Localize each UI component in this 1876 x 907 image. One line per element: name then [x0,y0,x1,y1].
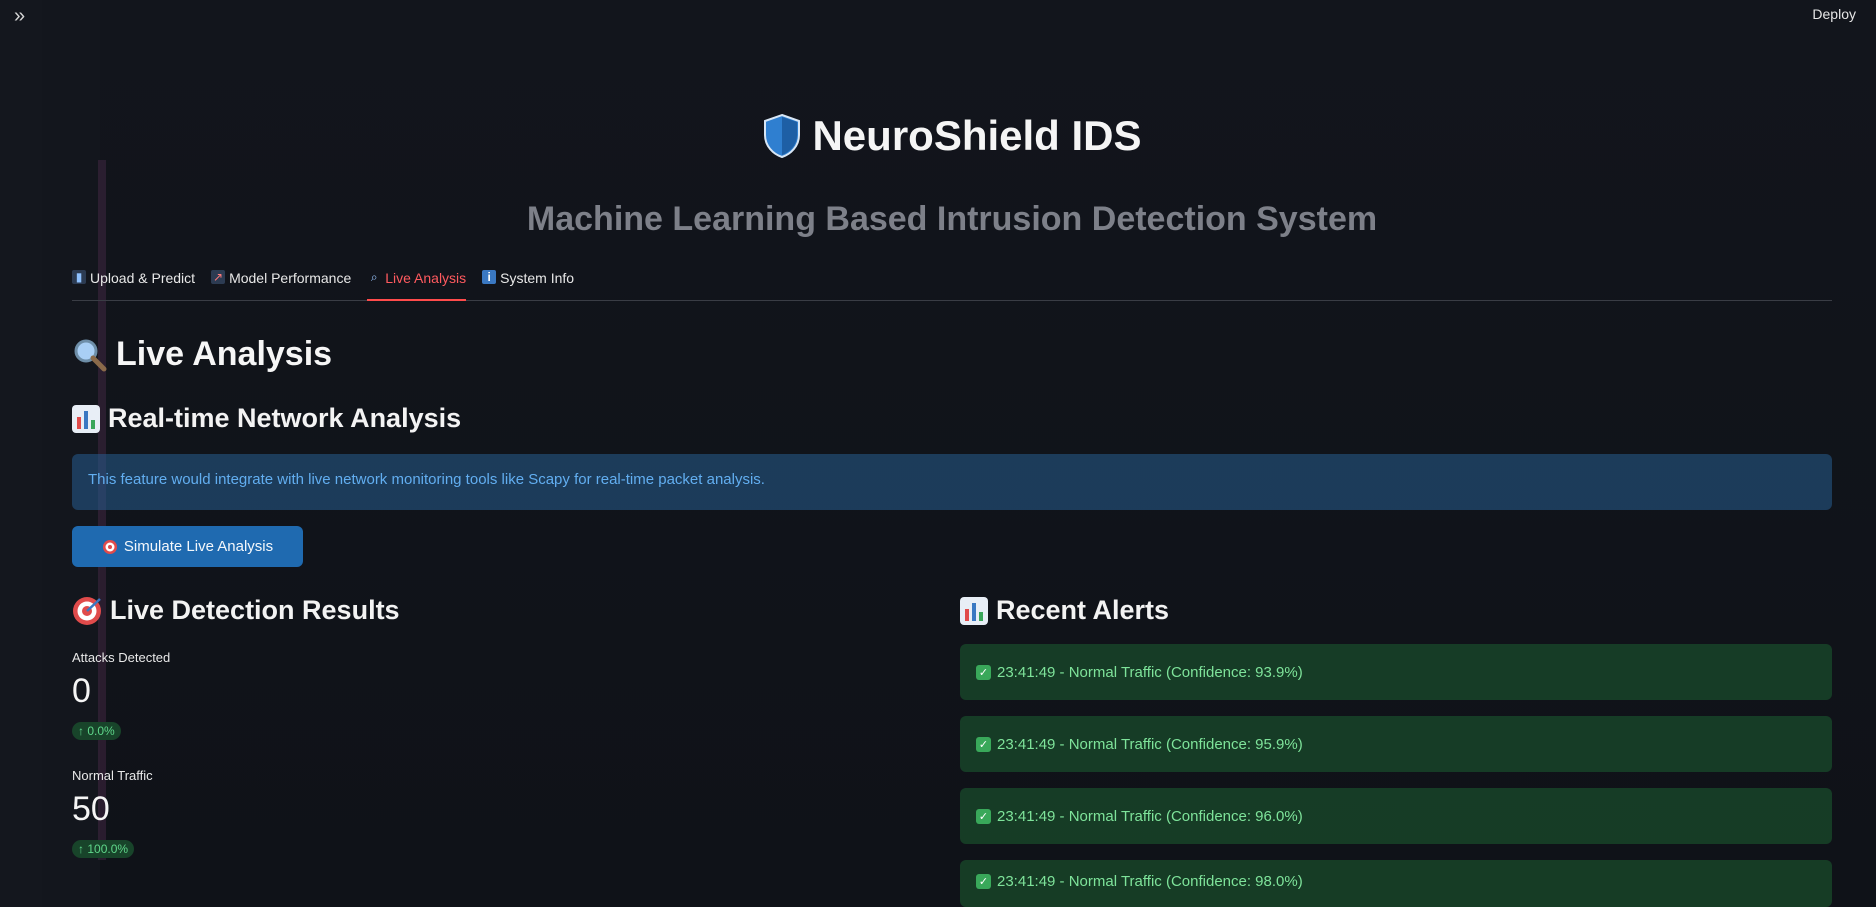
tab-live-analysis[interactable]: ⌕ Live Analysis [367,268,467,301]
alert-text: 23:41:49 - Normal Traffic (Confidence: 9… [997,807,1303,825]
alert-text: 23:41:49 - Normal Traffic (Confidence: 9… [997,735,1303,753]
heading-text: Real-time Network Analysis [108,403,462,433]
main-content: NeuroShield IDS Machine Learning Based I… [72,0,1832,907]
tab-label: Model Performance [229,270,352,286]
bar-chart-icon: ▮ [72,270,86,284]
check-icon: ✓ [976,664,991,680]
bar-chart-icon [960,596,988,625]
tab-upload-predict[interactable]: ▮ Upload & Predict [72,268,195,301]
metric-label-attacks: Attacks Detected [72,650,171,665]
tab-bar: ▮ Upload & Predict ↗ Model Performance ⌕… [72,268,1832,301]
info-icon: i [482,270,497,284]
tab-label: Live Analysis [385,270,467,286]
search-icon: ⌕ [370,270,378,284]
metric-value-attacks: 0 [72,672,91,710]
tab-model-performance[interactable]: ↗ Model Performance [211,268,351,301]
shield-icon [764,113,801,159]
background-activity-bar [0,0,42,907]
alert-item: ✓ 23:41:49 - Normal Traffic (Confidence:… [960,644,1832,700]
search-icon [74,339,107,371]
alert-text: 23:41:49 - Normal Traffic (Confidence: 9… [997,663,1303,681]
metric-value-normal: 50 [72,790,110,828]
alert-item: ✓ 23:41:49 - Normal Traffic (Confidence:… [960,716,1832,772]
app-title-text: NeuroShield IDS [812,112,1142,159]
button-label: Simulate Live Analysis [123,538,274,555]
metric-label-normal: Normal Traffic [72,768,153,783]
bar-chart-icon [72,404,100,433]
simulate-live-analysis-button[interactable]: Simulate Live Analysis [72,526,303,567]
alert-text: 23:41:49 - Normal Traffic (Confidence: 9… [997,873,1303,890]
section-heading-live-analysis: Live Analysis [72,335,332,374]
tab-label: System Info [500,270,575,286]
section-heading-recent-alerts: Recent Alerts [960,595,1169,626]
check-icon: ✓ [976,874,991,889]
info-alert: This feature would integrate with live n… [72,454,1832,510]
tab-label: Upload & Predict [90,270,196,286]
title-row: NeuroShield IDS [72,112,1832,164]
double-chevron-right-icon[interactable]: » [14,6,36,28]
line-chart-icon: ↗ [211,270,226,284]
heading-text: Recent Alerts [996,595,1170,625]
tab-system-info[interactable]: i System Info [482,268,574,301]
check-icon: ✓ [976,808,991,824]
target-icon [73,596,101,625]
target-icon [102,539,117,554]
page-subtitle: Machine Learning Based Intrusion Detecti… [526,200,1378,238]
section-heading-realtime: Real-time Network Analysis [72,403,461,434]
alert-item: ✓ 23:41:49 - Normal Traffic (Confidence:… [960,788,1832,844]
heading-text: Live Analysis [116,335,333,373]
section-heading-detection-results: Live Detection Results [72,595,400,626]
heading-text: Live Detection Results [110,595,400,625]
check-icon: ✓ [976,736,991,752]
metric-delta-normal: ↑ 100.0% [72,840,135,858]
delta-text: 100.0% [87,842,129,856]
delta-text: 0.0% [87,724,115,738]
alert-item: ✓ 23:41:49 - Normal Traffic (Confidence:… [960,860,1832,907]
metric-delta-attacks: ↑ 0.0% [72,722,121,740]
page-title: NeuroShield IDS [762,112,1142,160]
